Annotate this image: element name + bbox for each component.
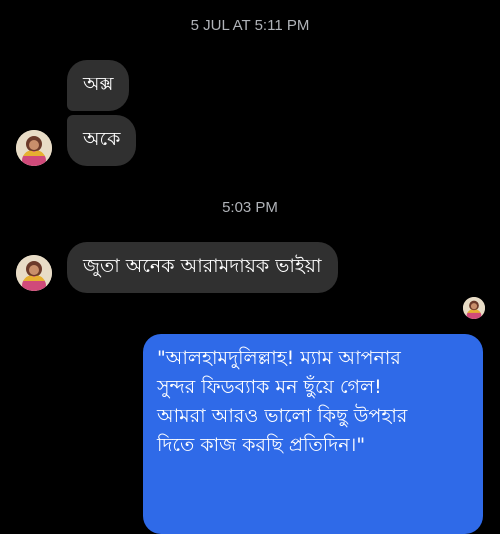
message-line: আমরা আরও ভালো কিছু উপহার — [157, 405, 408, 427]
received-message[interactable]: অক্স — [67, 60, 130, 111]
message-line: "আলহামদুলিল্লাহ! ম্যাম আপনার — [157, 347, 401, 369]
timestamp-divider: 5:03 PM — [222, 199, 278, 216]
contact-avatar-icon[interactable] — [16, 255, 52, 291]
message-text: অক্স — [83, 72, 114, 95]
seen-avatar-icon — [463, 297, 485, 319]
message-line: দিতে কাজ করছি প্রতিদিন।" — [157, 434, 366, 456]
message-line: সুন্দর ফিডব্যাক মন ছুঁয়ে গেল! — [157, 376, 382, 398]
received-message[interactable]: অকে — [67, 115, 137, 166]
received-message[interactable]: জুতা অনেক আরামদায়ক ভাইয়া — [67, 242, 338, 293]
timestamp-divider: 5 JUL AT 5:11 PM — [190, 17, 310, 34]
message-text: অকে — [83, 127, 121, 150]
sent-message[interactable]: "আলহামদুলিল্লাহ! ম্যাম আপনার সুন্দর ফিডব… — [143, 334, 483, 534]
contact-avatar-icon[interactable] — [16, 130, 52, 166]
message-text: জুতা অনেক আরামদায়ক ভাইয়া — [83, 254, 322, 277]
